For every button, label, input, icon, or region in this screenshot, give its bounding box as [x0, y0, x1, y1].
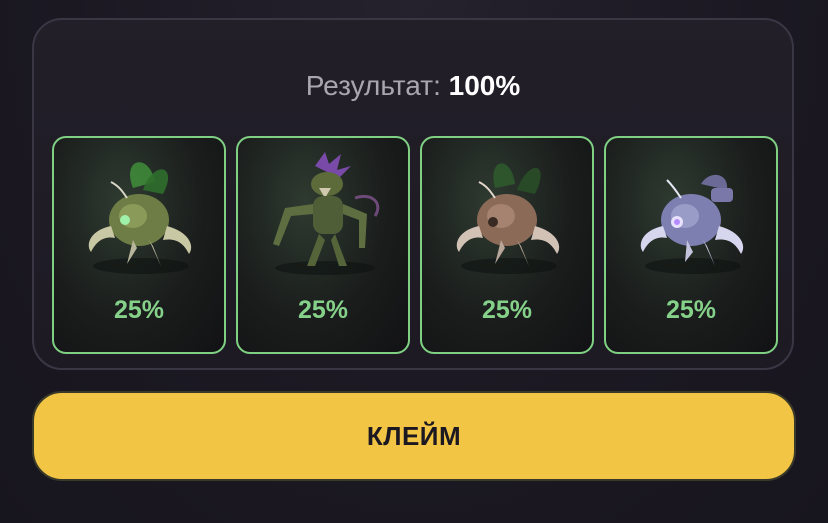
green-winged-bug-mech-icon: [88, 162, 192, 274]
reward-cards: 25% 25% 25% 25%: [52, 136, 778, 354]
blue-bug-mech-icon: [640, 174, 744, 274]
card-percent: 25%: [665, 296, 717, 324]
copper-bug-mech-icon: [456, 163, 560, 274]
purple-mantis-mech-icon: [273, 152, 380, 275]
reward-screen: Результат: 100% 25% 25% 25% 25% КЛЕЙМ: [0, 0, 828, 523]
card-percent: 25%: [297, 296, 349, 324]
reward-card[interactable]: 25%: [236, 136, 410, 354]
claim-button[interactable]: КЛЕЙМ: [32, 391, 796, 481]
card-percent: 25%: [481, 296, 533, 324]
reward-card[interactable]: 25%: [420, 136, 594, 354]
result-label: Результат:: [305, 70, 441, 101]
result-heading: Результат: 100%: [34, 70, 792, 102]
reward-card[interactable]: 25%: [52, 136, 226, 354]
result-value: 100%: [448, 70, 521, 101]
reward-card[interactable]: 25%: [604, 136, 778, 354]
card-percent: 25%: [113, 296, 165, 324]
result-panel: Результат: 100% 25% 25% 25% 25%: [32, 18, 794, 370]
